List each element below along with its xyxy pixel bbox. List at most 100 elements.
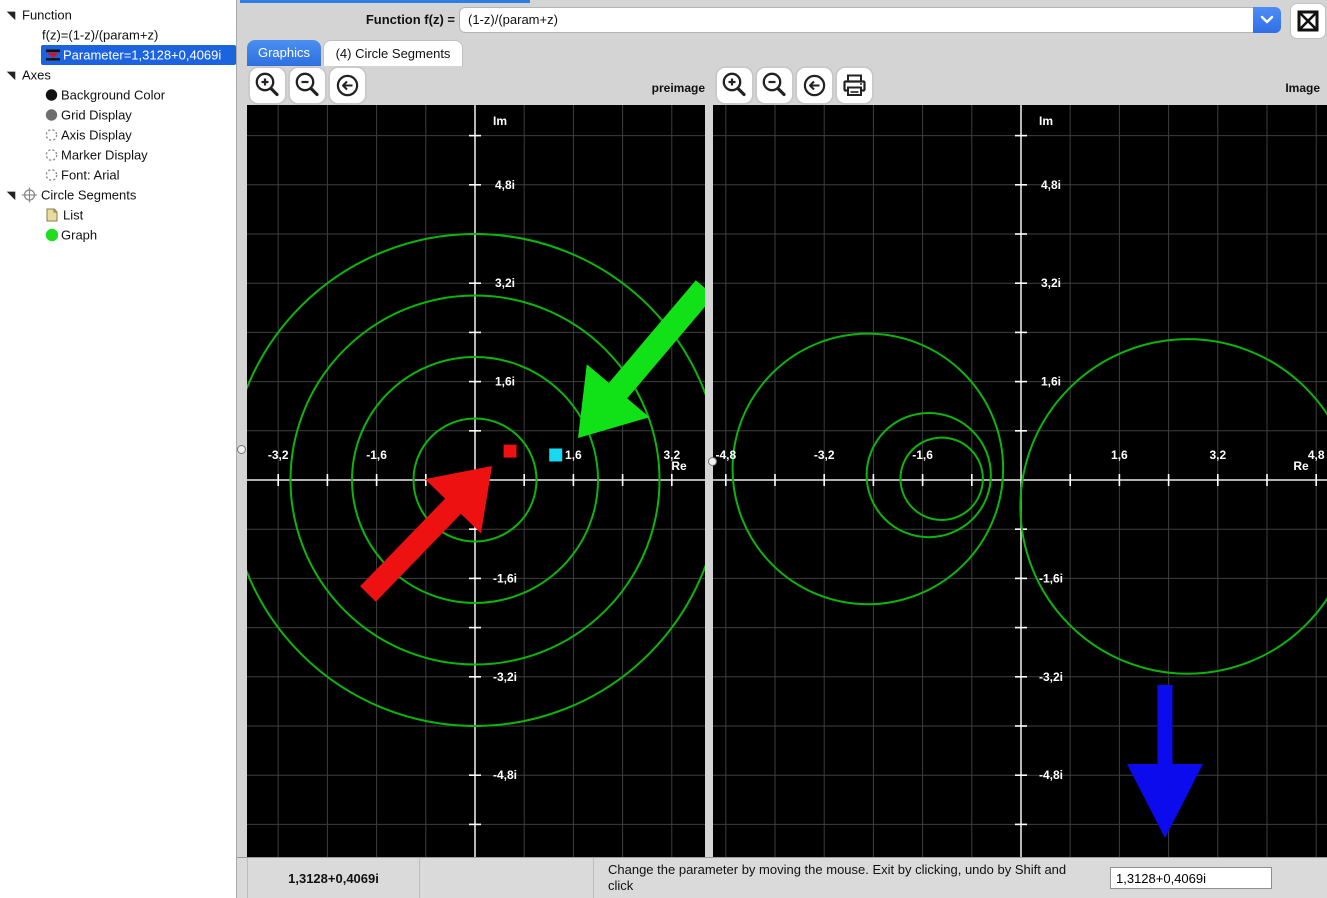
svg-text:4,8i: 4,8i xyxy=(1041,178,1061,192)
sidebar-item-label: Background Color xyxy=(61,88,165,103)
sidebar-item-label: Axis Display xyxy=(61,128,132,143)
sidebar-item-font[interactable]: Font: Arial xyxy=(0,165,237,185)
svg-text:3,2: 3,2 xyxy=(1209,448,1226,462)
parameter-display: 1,3128+0,4069i xyxy=(247,858,420,898)
sidebar-item-label: Circle Segments xyxy=(41,188,136,203)
sidebar-item-axis-display[interactable]: Axis Display xyxy=(0,125,237,145)
zoom-out-button[interactable] xyxy=(289,67,326,104)
svg-text:1,6i: 1,6i xyxy=(1041,375,1061,389)
zoom-in-button[interactable] xyxy=(249,67,286,104)
note-icon xyxy=(46,208,58,222)
circle-green-icon xyxy=(45,228,59,242)
sidebar-item-graph[interactable]: Graph xyxy=(0,225,237,245)
sidebar-item-function[interactable]: Function xyxy=(0,5,237,25)
cyan-marker xyxy=(549,448,562,461)
svg-text:4,8: 4,8 xyxy=(1308,448,1325,462)
sidebar-item-label: Grid Display xyxy=(61,108,132,123)
sidebar-tree: Function f(z)=(1-z)/(param+z) Parameter=1,… xyxy=(0,0,237,898)
sidebar-item-marker-display[interactable]: Marker Display xyxy=(0,145,237,165)
zoom-out-button[interactable] xyxy=(756,67,793,104)
svg-text:Re: Re xyxy=(1293,459,1309,473)
image-panel-title: Image xyxy=(1200,81,1320,95)
preimage-panel-title: preimage xyxy=(585,81,705,95)
function-combobox[interactable]: (1-z)/(param+z) xyxy=(459,7,1281,33)
zoom-out-icon xyxy=(757,68,792,103)
svg-text:-3,2i: -3,2i xyxy=(493,670,517,684)
sidebar-item-grid-display[interactable]: Grid Display xyxy=(0,105,237,125)
circle-cross-icon xyxy=(22,188,37,203)
preimage-plot[interactable]: -3,2-1,61,63,24,8i3,2i1,6i-1,6i-3,2i-4,8… xyxy=(247,105,705,857)
zoom-in-icon xyxy=(717,68,752,103)
sidebar-item-label: f(z)=(1-z)/(param+z) xyxy=(42,28,158,43)
svg-text:Im: Im xyxy=(1039,114,1053,128)
zoom-in-button[interactable] xyxy=(716,67,753,104)
tab-bar: Graphics (4) Circle Segments xyxy=(237,40,1327,66)
window-accent-strip xyxy=(240,0,530,3)
graphics-area: preimage Image -3,2 -1,6 1,6 3,2 4,8i 3,2i 1,6… xyxy=(237,66,1327,857)
chevron-down-icon xyxy=(1254,7,1280,31)
tab-graphics[interactable]: Graphics xyxy=(247,40,321,66)
svg-text:Im: Im xyxy=(493,114,507,128)
sidebar-item-label: Graph xyxy=(61,228,97,243)
svg-text:-3,2: -3,2 xyxy=(814,448,835,462)
disclosure-triangle-icon[interactable] xyxy=(5,8,17,22)
disclosure-triangle-icon[interactable] xyxy=(5,68,17,82)
svg-text:3,2i: 3,2i xyxy=(495,276,515,290)
sidebar-item-label: Parameter=1,3128+0,4069i xyxy=(63,48,221,63)
sidebar-item-label: Axes xyxy=(22,68,51,83)
print-button[interactable] xyxy=(836,67,873,104)
circle-gray-icon xyxy=(45,109,58,122)
parameter-input[interactable] xyxy=(1110,867,1272,889)
svg-text:-3,2: -3,2 xyxy=(268,448,289,462)
status-bar: 1,3128+0,4069i Change the parameter by m… xyxy=(237,857,1327,898)
sidebar-item-parameter[interactable]: Parameter=1,3128+0,4069i xyxy=(0,45,237,65)
circle-dashed-icon xyxy=(45,169,58,182)
circle-dashed-icon xyxy=(45,129,58,142)
svg-text:-4,8: -4,8 xyxy=(715,448,736,462)
parameter-icon xyxy=(45,49,61,62)
svg-text:4,8i: 4,8i xyxy=(495,178,515,192)
preimage-plot-svg: -3,2-1,61,63,24,8i3,2i1,6i-1,6i-3,2i-4,8… xyxy=(247,105,705,857)
function-combobox-value: (1-z)/(param+z) xyxy=(468,12,558,27)
app-window: Function f(z)=(1-z)/(param+z) Parameter=1,… xyxy=(0,0,1327,898)
svg-text:-1,6: -1,6 xyxy=(366,448,387,462)
sidebar-item-label: List xyxy=(63,208,83,223)
print-icon xyxy=(837,68,872,103)
back-button[interactable] xyxy=(796,67,833,104)
image-plot-svg: -4,8 -3,2 -1,6 1,6 3,2 4,8 4,8i 3,2i 1,6i -1,6i -3… xyxy=(713,105,1327,857)
svg-text:-1,6i: -1,6i xyxy=(1039,571,1063,585)
svg-text:-4,8i: -4,8i xyxy=(493,768,517,782)
back-button[interactable] xyxy=(329,67,366,104)
red-marker xyxy=(504,445,517,458)
svg-text:1,6i: 1,6i xyxy=(495,375,515,389)
sidebar-item-label: Function xyxy=(22,8,72,23)
close-button[interactable] xyxy=(1290,3,1326,39)
svg-text:1,6: 1,6 xyxy=(565,448,582,462)
disclosure-triangle-icon[interactable] xyxy=(5,188,17,202)
sidebar-item-list[interactable]: List xyxy=(0,205,237,225)
status-empty-cell xyxy=(420,858,594,898)
splitter-handle[interactable] xyxy=(708,457,717,466)
tab-circle-segments[interactable]: (4) Circle Segments xyxy=(323,40,463,66)
sidebar-item-function-formula[interactable]: f(z)=(1-z)/(param+z) xyxy=(0,25,237,45)
svg-text:-1,6i: -1,6i xyxy=(493,571,517,585)
circle-black-icon xyxy=(45,89,58,102)
back-icon xyxy=(797,68,832,103)
preimage-edge-handle[interactable] xyxy=(237,445,246,454)
svg-text:1,6: 1,6 xyxy=(1111,448,1128,462)
sidebar-item-label: Marker Display xyxy=(61,148,148,163)
function-label: Function f(z) = xyxy=(237,12,455,27)
status-message: Change the parameter by moving the mouse… xyxy=(594,858,1105,898)
circle-dashed-icon xyxy=(45,149,58,162)
sidebar-item-circle-segments[interactable]: Circle Segments xyxy=(0,185,237,205)
top-bar: Function f(z) = (1-z)/(param+z) xyxy=(237,0,1327,40)
svg-text:3,2i: 3,2i xyxy=(1041,276,1061,290)
back-icon xyxy=(330,68,365,103)
sidebar-item-label: Font: Arial xyxy=(61,168,120,183)
svg-text:-3,2i: -3,2i xyxy=(1039,670,1063,684)
image-plot[interactable]: -4,8 -3,2 -1,6 1,6 3,2 4,8 4,8i 3,2i 1,6i -1,6i -3… xyxy=(713,105,1327,857)
svg-text:-1,6: -1,6 xyxy=(912,448,933,462)
function-dropdown-button[interactable] xyxy=(1253,7,1281,33)
sidebar-item-background-color[interactable]: Background Color xyxy=(0,85,237,105)
sidebar-item-axes[interactable]: Axes xyxy=(0,65,237,85)
